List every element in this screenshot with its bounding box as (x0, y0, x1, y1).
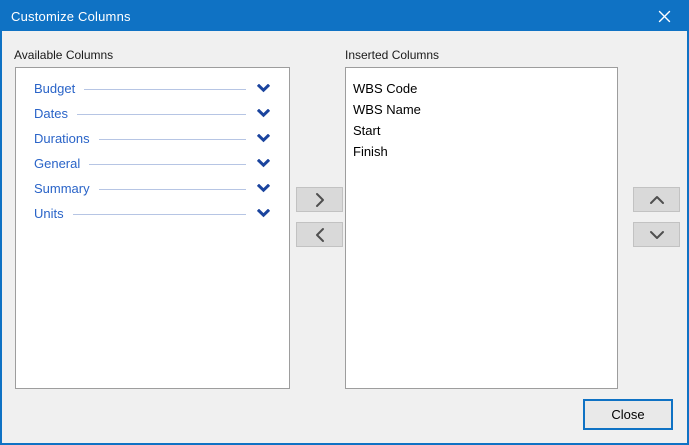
chevron-down-icon[interactable] (257, 134, 270, 143)
close-icon (658, 10, 671, 23)
move-left-button[interactable] (296, 222, 343, 247)
group-divider-line (98, 188, 246, 190)
available-columns-list[interactable]: Budget Dates Durations General Summary U… (15, 67, 290, 389)
available-group-row[interactable]: Dates (34, 101, 270, 126)
titlebar[interactable]: Customize Columns (2, 2, 687, 31)
move-right-button[interactable] (296, 187, 343, 212)
available-group-row[interactable]: General (34, 151, 270, 176)
group-label: Durations (34, 131, 90, 146)
close-button[interactable] (642, 2, 687, 31)
available-group-row[interactable]: Budget (34, 76, 270, 101)
close-dialog-button[interactable]: Close (583, 399, 673, 430)
group-label: Budget (34, 81, 76, 96)
group-divider-line (76, 113, 246, 115)
available-group-row[interactable]: Units (34, 201, 270, 226)
chevron-down-icon (649, 230, 664, 239)
chevron-down-icon[interactable] (257, 84, 270, 93)
chevron-down-icon[interactable] (257, 209, 270, 218)
dialog-title: Customize Columns (11, 9, 131, 24)
move-up-button[interactable] (633, 187, 680, 212)
inserted-column-item[interactable]: Start (353, 120, 609, 141)
group-label: Units (34, 206, 64, 221)
group-label: General (34, 156, 81, 171)
chevron-down-icon[interactable] (257, 184, 270, 193)
inserted-columns-label: Inserted Columns (345, 48, 440, 62)
inserted-column-item[interactable]: WBS Name (353, 99, 609, 120)
group-divider-line (89, 163, 246, 165)
inserted-column-item[interactable]: WBS Code (353, 78, 609, 99)
group-divider-line (72, 213, 246, 215)
group-label: Summary (34, 181, 90, 196)
group-label: Dates (34, 106, 68, 121)
chevron-right-icon (315, 192, 324, 207)
chevron-up-icon (649, 195, 664, 204)
available-group-row[interactable]: Durations (34, 126, 270, 151)
available-group-row[interactable]: Summary (34, 176, 270, 201)
move-down-button[interactable] (633, 222, 680, 247)
chevron-down-icon[interactable] (257, 159, 270, 168)
group-divider-line (98, 138, 246, 140)
inserted-columns-list[interactable]: WBS Code WBS Name Start Finish (345, 67, 618, 389)
available-columns-label: Available Columns (14, 48, 114, 62)
customize-columns-dialog: Customize Columns Available Columns Inse… (0, 0, 689, 445)
group-divider-line (84, 88, 246, 90)
inserted-column-item[interactable]: Finish (353, 141, 609, 162)
chevron-left-icon (315, 227, 324, 242)
chevron-down-icon[interactable] (257, 109, 270, 118)
